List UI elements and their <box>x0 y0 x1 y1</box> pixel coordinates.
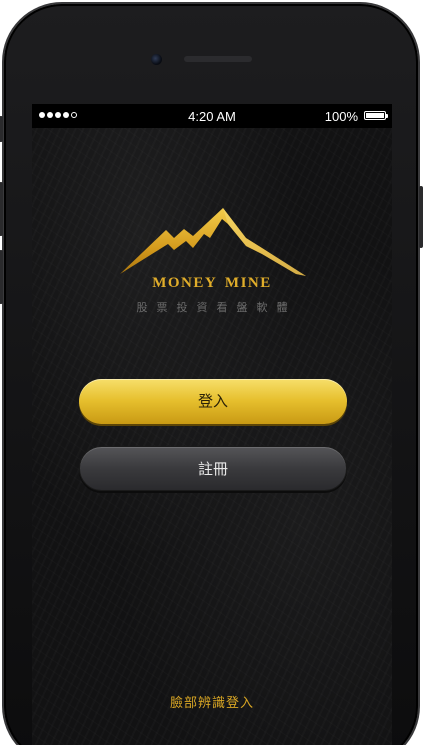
brand-tagline: 股票投資看盤軟體 <box>136 302 297 314</box>
front-camera-icon <box>151 54 162 65</box>
face-recognition-login-link[interactable]: 臉部辨識登入 <box>32 692 392 711</box>
login-button[interactable]: 登入 <box>79 379 347 424</box>
battery-full-icon <box>364 111 388 120</box>
brand-name: MONEY MINE <box>152 275 272 291</box>
earpiece-speaker <box>184 56 252 62</box>
app-screen: 4:20 AM 100% MONEY MINE 股票投資看盤軟體 登入 註冊 臉… <box>32 104 392 745</box>
mountain-logo-icon <box>120 208 306 276</box>
mute-switch <box>0 116 3 142</box>
power-button <box>419 186 423 248</box>
volume-down-button <box>0 250 3 304</box>
status-bar: 4:20 AM 100% <box>32 104 392 128</box>
register-button[interactable]: 註冊 <box>79 446 347 491</box>
battery-percentage: 100% <box>324 109 358 124</box>
volume-up-button <box>0 182 3 236</box>
